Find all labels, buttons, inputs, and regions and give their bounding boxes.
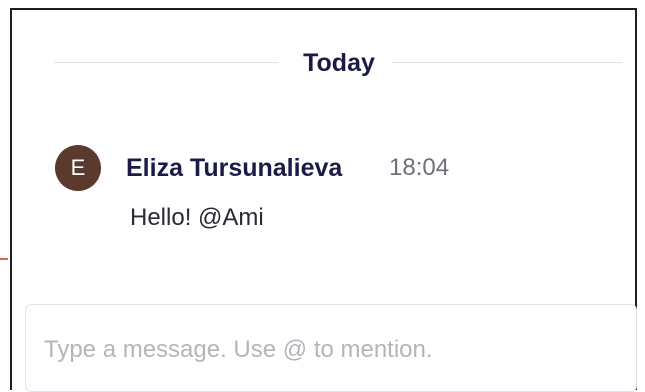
chat-panel: Today E Eliza Tursunalieva 18:04 Hello! …: [10, 8, 637, 392]
divider-line-left: [54, 62, 278, 63]
side-marker: [0, 258, 8, 260]
date-divider: Today: [54, 50, 622, 76]
message-timestamp: 18:04: [389, 154, 450, 181]
date-divider-label: Today: [303, 49, 375, 77]
message-input[interactable]: [44, 333, 614, 367]
divider-line-right: [392, 62, 622, 63]
message-composer[interactable]: [25, 304, 637, 392]
message-author[interactable]: Eliza Tursunalieva: [126, 154, 342, 182]
message-text: Hello! @Ami: [130, 204, 264, 231]
message-item: E Eliza Tursunalieva 18:04 Hello! @Ami: [55, 145, 615, 255]
avatar[interactable]: E: [55, 145, 101, 191]
